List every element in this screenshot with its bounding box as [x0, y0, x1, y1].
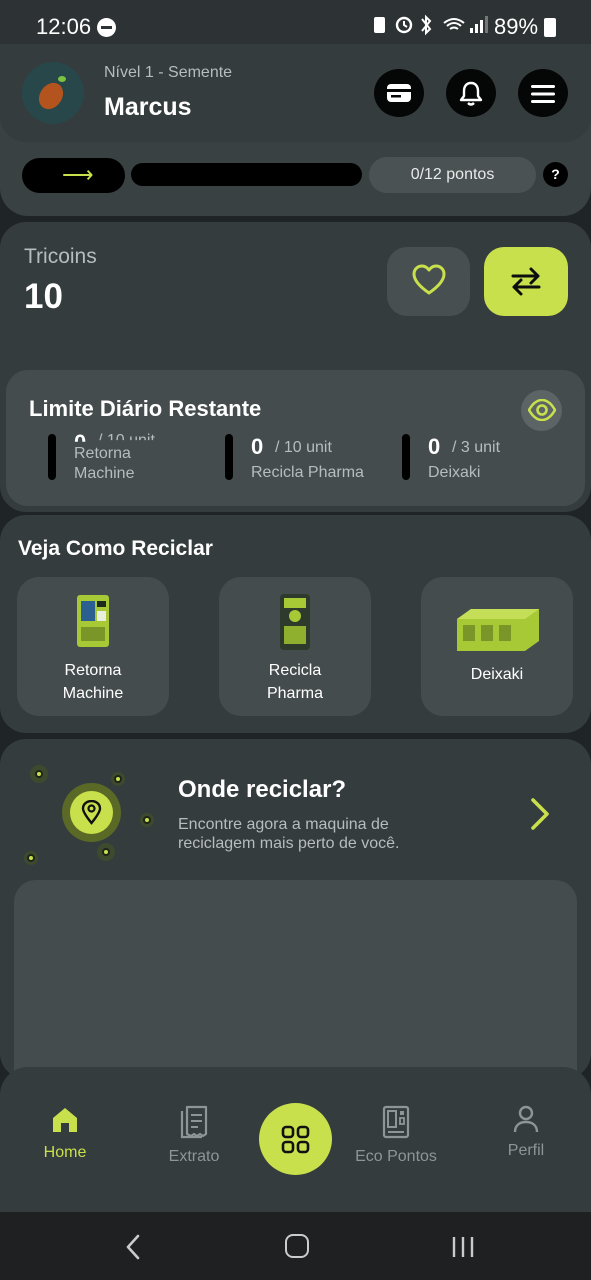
limit-bar [225, 434, 233, 480]
where-to-recycle-card[interactable]: Onde reciclar? Encontre agora a maquina … [0, 739, 591, 1079]
limit-bar [402, 434, 410, 480]
machine-name-line1: Recicla [268, 662, 322, 679]
limit-item: 0 / 3 unit Deixaki [402, 434, 572, 486]
seed-icon [33, 78, 69, 114]
machine-card-recicla-pharma[interactable]: Recicla Pharma [219, 577, 371, 716]
person-icon [513, 1105, 539, 1133]
swap-arrows-icon [511, 267, 541, 296]
battery-percent: 89% [494, 14, 539, 39]
map-preview[interactable] [14, 880, 577, 1079]
machine-card-retorna[interactable]: Retorna Machine [17, 577, 169, 716]
battery-icon [544, 18, 556, 37]
limit-name: Deixaki [428, 464, 481, 481]
dnd-icon [97, 18, 116, 37]
how-to-recycle-title: Veja Como Reciclar [18, 537, 213, 560]
arrow-right-icon: ⟶ [62, 162, 94, 187]
card-button[interactable] [374, 69, 424, 117]
limit-bar [48, 434, 56, 480]
limit-value: 0 [251, 434, 264, 459]
nav-perfil-label: Perfil [507, 1142, 545, 1159]
retorna-machine-image [77, 595, 109, 647]
grid-icon [281, 1125, 310, 1154]
nav-eco-pontos[interactable]: Eco Pontos [341, 1105, 451, 1166]
status-icons [372, 14, 492, 41]
machine-name-line1: Retorna [64, 662, 122, 679]
back-icon[interactable] [125, 1234, 141, 1260]
recent-apps-icon[interactable] [451, 1236, 475, 1258]
home-icon [53, 1108, 77, 1132]
how-to-recycle-section: Veja Como Reciclar Retorna Machine Recic… [0, 515, 591, 733]
nav-perfil[interactable]: Perfil [471, 1105, 581, 1160]
daily-limit-card: Limite Diário Restante 0 / 10 unit Retor… [6, 370, 585, 506]
limit-max: / 10 unit [275, 439, 332, 456]
tricoins-value: 10 [24, 277, 63, 316]
recicla-pharma-machine-image [280, 594, 310, 650]
nav-extrato[interactable]: Extrato [139, 1105, 249, 1166]
header-top: Nível 1 - Semente Marcus [0, 44, 591, 142]
radar-illustration [20, 761, 160, 871]
status-time: 12:06 [36, 14, 92, 39]
receipt-icon [180, 1105, 208, 1139]
points-label: 0/12 pontos [369, 157, 536, 193]
where-description: Encontre agora a maquina de reciclagem m… [178, 816, 400, 852]
system-home-icon[interactable] [285, 1234, 309, 1258]
limit-name: Retorna Machine [74, 445, 135, 482]
map-pin-dot [111, 772, 125, 786]
limit-item: 0 / 10 unit Retorna Machine [48, 430, 218, 486]
nav-extrato-label: Extrato [168, 1148, 220, 1165]
eye-icon [528, 399, 556, 421]
daily-limit-title: Limite Diário Restante [29, 396, 262, 421]
card-icon [387, 84, 411, 102]
tricoins-card: Tricoins 10 Limite Diário Restante 0 / 1… [0, 222, 591, 512]
nav-home[interactable]: Home [10, 1105, 120, 1162]
nav-center-button[interactable] [259, 1103, 332, 1175]
limit-max: / 3 unit [452, 439, 501, 456]
location-pin-icon [81, 800, 102, 825]
where-title: Onde reciclar? [178, 776, 347, 803]
avatar[interactable] [22, 62, 84, 124]
level-progress: ⟶ 0/12 pontos ? [0, 156, 591, 196]
next-level-button[interactable]: ⟶ [22, 158, 125, 193]
machine-card-deixaki[interactable]: Deixaki [421, 577, 573, 716]
level-label: Nível 1 - Semente [104, 64, 233, 81]
favorites-button[interactable] [387, 247, 470, 316]
progress-bar [131, 163, 362, 186]
map-pin-dot [30, 765, 48, 783]
limit-item: 0 / 10 unit Recicla Pharma [225, 434, 395, 486]
notifications-button[interactable] [446, 69, 496, 117]
limit-value: 0 [428, 434, 441, 459]
radar-inner [70, 791, 113, 834]
machine-name-line1: Deixaki [470, 666, 524, 683]
user-name: Marcus [104, 93, 192, 121]
machine-name-line2: Pharma [266, 685, 324, 702]
leaf-icon [58, 76, 66, 82]
machine-name-line2: Machine [62, 685, 124, 702]
bell-icon [459, 81, 483, 106]
menu-icon [531, 85, 555, 103]
status-icons-svg [374, 14, 488, 36]
nav-home-label: Home [43, 1144, 87, 1161]
machine-icon [382, 1105, 410, 1139]
chevron-right-icon[interactable] [528, 797, 552, 831]
map-pin-dot [24, 851, 38, 865]
header: Nível 1 - Semente Marcus ⟶ 0/12 pontos ? [0, 44, 591, 216]
menu-button[interactable] [518, 69, 568, 117]
system-navigation-bar [0, 1212, 591, 1280]
map-pin-dot [140, 813, 154, 827]
bottom-navigation: Home Extrato Eco Pontos Perfil [0, 1067, 591, 1212]
nav-eco-pontos-label: Eco Pontos [355, 1148, 437, 1165]
exchange-button[interactable] [484, 247, 568, 316]
heart-icon [412, 264, 446, 295]
limit-name: Recicla Pharma [251, 464, 364, 481]
deixaki-machine-image [457, 609, 539, 651]
help-button[interactable]: ? [543, 162, 568, 187]
map-pin-dot [97, 843, 115, 861]
radar-center [62, 783, 121, 842]
toggle-visibility-button[interactable] [521, 390, 562, 431]
tricoins-label: Tricoins [24, 245, 97, 268]
